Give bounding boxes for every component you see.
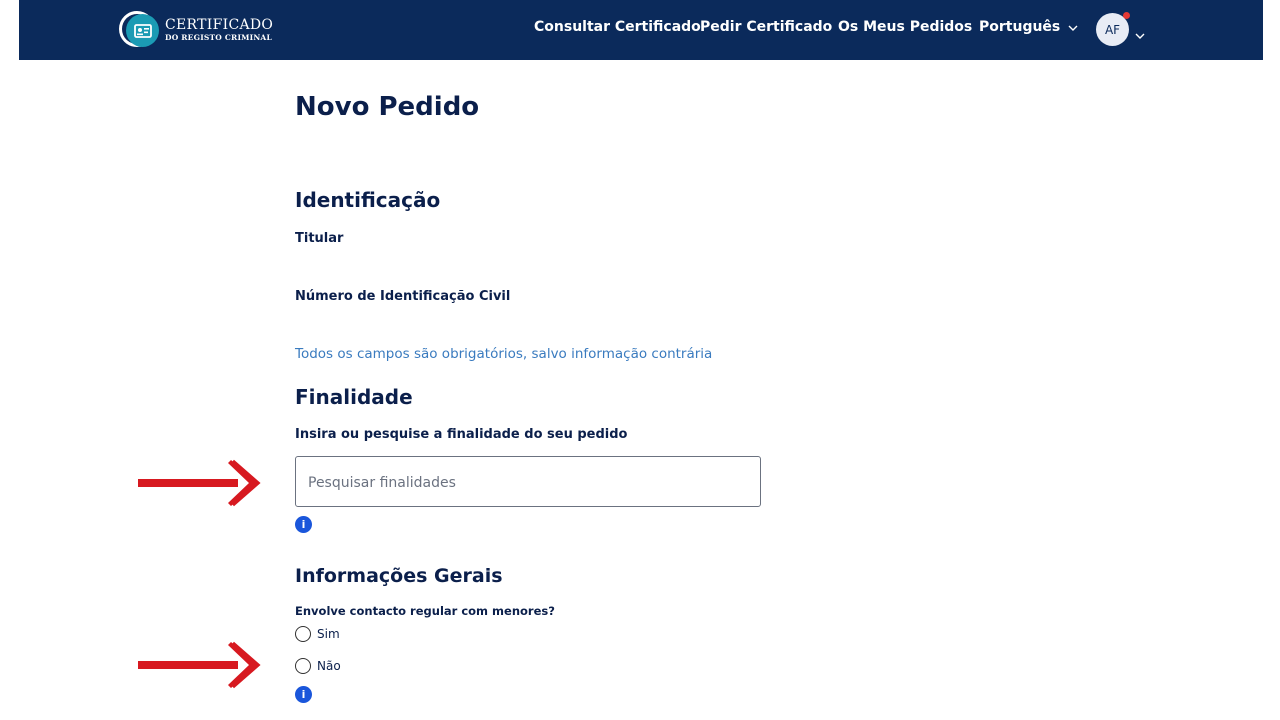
nav-os-meus-pedidos[interactable]: Os Meus Pedidos — [838, 19, 972, 35]
required-fields-note: Todos os campos são obrigatórios, salvo … — [295, 346, 713, 362]
radio-button-sim[interactable] — [295, 626, 311, 642]
radio-label-sim: Sim — [317, 627, 340, 641]
user-menu-chevron-icon[interactable] — [1135, 24, 1145, 43]
logo-text: CERTIFICADO DO REGISTO CRIMINAL — [165, 18, 273, 42]
red-arrow-icon — [136, 640, 261, 690]
informacoes-gerais-heading: Informações Gerais — [295, 565, 503, 587]
logo-subtitle: DO REGISTO CRIMINAL — [165, 33, 272, 43]
nav-consultar-certificado[interactable]: Consultar Certificado — [534, 19, 701, 35]
language-selector[interactable]: Português — [979, 19, 1078, 35]
avatar-initials: AF — [1104, 22, 1121, 37]
menores-info-icon[interactable]: i — [295, 686, 312, 703]
certificate-icon — [126, 14, 159, 47]
red-arrow-icon — [136, 458, 261, 508]
radio-option-nao[interactable]: Não — [295, 658, 341, 674]
logo-title: CERTIFICADO — [165, 17, 274, 34]
radio-button-nao[interactable] — [295, 658, 311, 674]
radio-label-nao: Não — [317, 659, 341, 673]
radio-option-sim[interactable]: Sim — [295, 626, 340, 642]
finalidade-heading: Finalidade — [295, 385, 413, 409]
logo-mark — [119, 11, 161, 49]
finalidade-search-field[interactable] — [295, 456, 761, 507]
menores-question-label: Envolve contacto regular com menores? — [295, 604, 555, 618]
finalidade-search-input[interactable] — [306, 471, 750, 495]
site-logo[interactable]: CERTIFICADO DO REGISTO CRIMINAL — [119, 11, 273, 49]
nic-label: Número de Identificação Civil — [295, 289, 511, 304]
notification-dot — [1123, 12, 1130, 19]
chevron-down-icon — [1068, 19, 1078, 35]
info-glyph: i — [301, 518, 306, 531]
finalidade-info-icon[interactable]: i — [295, 516, 312, 533]
top-navigation-bar: CERTIFICADO DO REGISTO CRIMINAL Consulta… — [19, 0, 1263, 60]
info-glyph: i — [301, 688, 306, 701]
page-title: Novo Pedido — [295, 92, 480, 122]
finalidade-label: Insira ou pesquise a finalidade do seu p… — [295, 427, 628, 442]
titular-label: Titular — [295, 231, 344, 246]
identificacao-heading: Identificação — [295, 188, 441, 212]
nav-pedir-certificado[interactable]: Pedir Certificado — [700, 19, 832, 35]
language-label: Português — [979, 19, 1061, 35]
